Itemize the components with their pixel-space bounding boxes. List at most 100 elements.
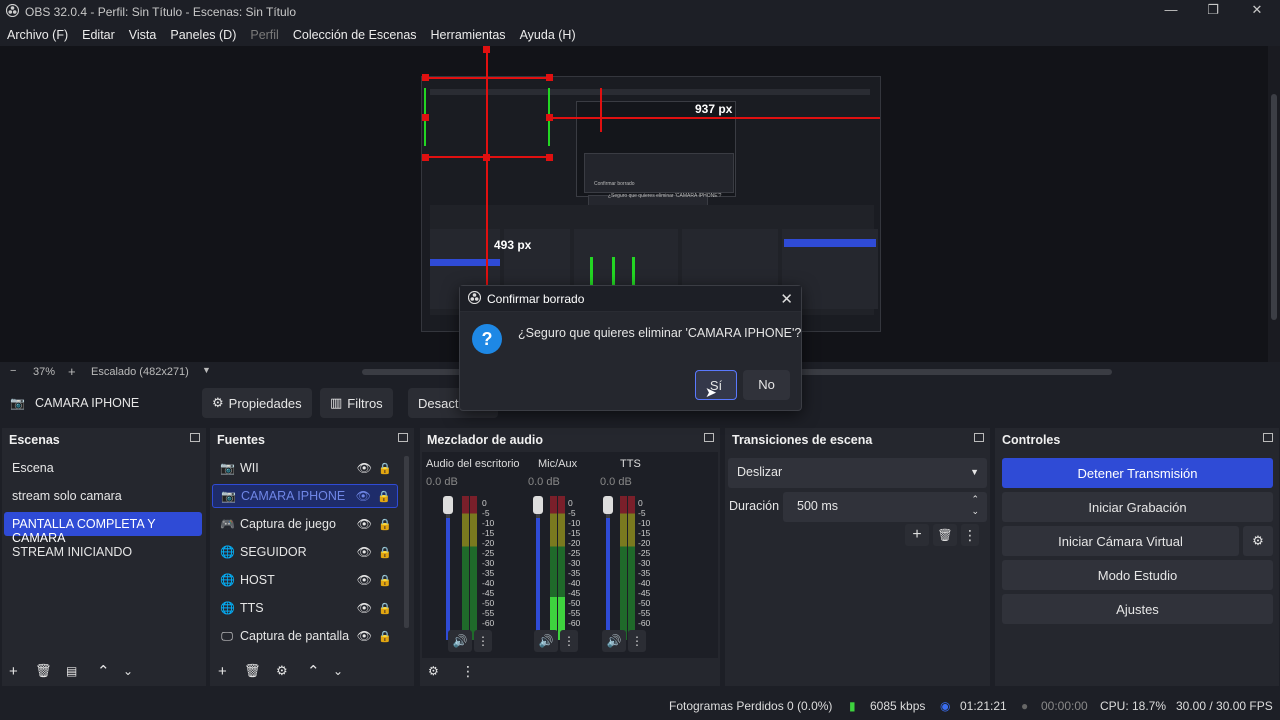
resize-handle-bottom-right[interactable] bbox=[546, 154, 553, 161]
resize-handle-bottom[interactable] bbox=[483, 154, 490, 161]
volume-fader[interactable] bbox=[533, 496, 543, 514]
spin-down-icon[interactable]: ⌄ bbox=[971, 506, 979, 517]
start-virtual-camera-button[interactable]: Iniciar Cámara Virtual bbox=[1002, 526, 1239, 556]
move-up-icon[interactable]: ⌃ bbox=[97, 662, 110, 680]
undock-icon[interactable] bbox=[974, 433, 984, 442]
filter-icon[interactable]: ▤ bbox=[66, 664, 77, 678]
add-icon[interactable]: + bbox=[218, 663, 227, 680]
add-icon[interactable]: + bbox=[9, 663, 18, 680]
dialog-close-icon[interactable]: ✕ bbox=[780, 290, 793, 308]
source-item-wii[interactable]: 📷 WII 👁 🔒 bbox=[212, 456, 398, 480]
visibility-icon[interactable]: 👁 bbox=[357, 573, 372, 587]
speaker-icon[interactable]: 🔊 bbox=[602, 630, 626, 652]
scrollbar-thumb[interactable] bbox=[1271, 94, 1277, 320]
mixer-title: Mezclador de audio bbox=[420, 428, 720, 452]
kebab-menu-icon[interactable]: ⋮ bbox=[560, 630, 578, 652]
filters-button[interactable]: ▥ Filtros bbox=[320, 388, 393, 418]
start-recording-button[interactable]: Iniciar Grabación bbox=[1002, 492, 1273, 522]
lock-icon[interactable]: 🔒 bbox=[377, 490, 391, 503]
scene-item-pantalla-completa[interactable]: PANTALLA COMPLETA Y CAMARA bbox=[4, 512, 202, 545]
gear-icon[interactable]: ⚙ bbox=[276, 663, 288, 679]
volume-fader[interactable] bbox=[603, 496, 613, 514]
scene-item-escena[interactable]: Escena bbox=[4, 456, 202, 480]
scene-item-stream-iniciando[interactable]: STREAM INICIANDO bbox=[4, 540, 202, 564]
resize-handle-top-right[interactable] bbox=[546, 74, 553, 81]
settings-button[interactable]: Ajustes bbox=[1002, 594, 1273, 624]
kebab-menu-icon[interactable]: ⋮ bbox=[474, 630, 492, 652]
close-button[interactable]: ✕ bbox=[1244, 2, 1270, 20]
monitor-icon: 🖵 bbox=[221, 628, 233, 643]
source-item-host[interactable]: 🌐 HOST 👁 🔒 bbox=[212, 568, 398, 592]
preview-vertical-scrollbar[interactable] bbox=[1268, 46, 1280, 362]
studio-mode-button[interactable]: Modo Estudio bbox=[1002, 560, 1273, 590]
lock-icon[interactable]: 🔒 bbox=[378, 546, 392, 559]
kebab-menu-icon[interactable]: ⋮ bbox=[461, 663, 475, 680]
advanced-audio-gear-icon[interactable]: ⚙ bbox=[428, 664, 439, 678]
lock-icon[interactable]: 🔒 bbox=[378, 574, 392, 587]
move-up-icon[interactable]: ⌃ bbox=[307, 662, 320, 680]
zoom-in-button[interactable]: + bbox=[68, 364, 76, 379]
stop-stream-button[interactable]: Detener Transmisión bbox=[1002, 458, 1273, 488]
resize-handle-left[interactable] bbox=[422, 114, 429, 121]
menu-docks[interactable]: Paneles (D) bbox=[170, 28, 236, 42]
camera-icon: 📷 bbox=[10, 396, 25, 410]
undock-icon[interactable] bbox=[1263, 433, 1273, 442]
resize-handle-top[interactable] bbox=[483, 46, 490, 53]
measure-label-bottom: 493 px bbox=[494, 238, 532, 252]
kebab-menu-icon[interactable]: ⋮ bbox=[961, 524, 979, 546]
source-item-captura-pantalla[interactable]: 🖵 Captura de pantalla 👁 🔒 bbox=[212, 624, 398, 648]
sources-scrollbar[interactable] bbox=[404, 456, 409, 628]
minimize-button[interactable]: — bbox=[1158, 2, 1184, 20]
resize-handle-top-left[interactable] bbox=[422, 74, 429, 81]
add-transition-icon[interactable]: + bbox=[905, 524, 929, 546]
trash-icon[interactable]: 🗑 bbox=[35, 663, 52, 679]
duration-spinbox[interactable]: 500 ms ⌃ ⌄ bbox=[783, 492, 987, 522]
source-item-camara-iphone[interactable]: 📷 CAMARA IPHONE 👁 🔒 bbox=[212, 484, 398, 508]
source-item-tts[interactable]: 🌐 TTS 👁 🔒 bbox=[212, 596, 398, 620]
zoom-out-button[interactable]: − bbox=[10, 365, 16, 377]
lock-icon[interactable]: 🔒 bbox=[378, 462, 392, 475]
resize-handle-right[interactable] bbox=[546, 114, 553, 121]
no-button[interactable]: No bbox=[743, 370, 790, 400]
scaling-dropdown-icon[interactable]: ▼ bbox=[202, 365, 211, 375]
visibility-icon[interactable]: 👁 bbox=[357, 517, 372, 531]
dialog-title: Confirmar borrado bbox=[487, 291, 585, 306]
kebab-menu-icon[interactable]: ⋮ bbox=[628, 630, 646, 652]
visibility-icon[interactable]: 👁 bbox=[356, 489, 371, 503]
volume-fader[interactable] bbox=[443, 496, 453, 514]
lock-icon[interactable]: 🔒 bbox=[378, 630, 392, 643]
virtual-camera-settings-button[interactable]: ⚙ bbox=[1243, 526, 1273, 556]
menu-view[interactable]: Vista bbox=[129, 28, 157, 42]
spin-up-icon[interactable]: ⌃ bbox=[971, 494, 979, 505]
menu-scene-collection[interactable]: Colección de Escenas bbox=[293, 28, 417, 42]
lock-icon[interactable]: 🔒 bbox=[378, 602, 392, 615]
move-down-icon[interactable]: ⌄ bbox=[123, 664, 133, 678]
menu-edit[interactable]: Editar bbox=[82, 28, 115, 42]
undock-icon[interactable] bbox=[398, 433, 408, 442]
gear-icon: ⚙ bbox=[1252, 533, 1264, 548]
lock-icon[interactable]: 🔒 bbox=[378, 518, 392, 531]
menu-tools[interactable]: Herramientas bbox=[431, 28, 506, 42]
source-item-captura-juego[interactable]: 🎮 Captura de juego 👁 🔒 bbox=[212, 512, 398, 536]
resize-handle-bottom-left[interactable] bbox=[422, 154, 429, 161]
undock-icon[interactable] bbox=[190, 433, 200, 442]
menu-help[interactable]: Ayuda (H) bbox=[520, 28, 576, 42]
trash-icon[interactable]: 🗑 bbox=[933, 524, 957, 546]
speaker-icon[interactable]: 🔊 bbox=[448, 630, 472, 652]
visibility-icon[interactable]: 👁 bbox=[357, 545, 372, 559]
speaker-icon[interactable]: 🔊 bbox=[534, 630, 558, 652]
source-item-seguidor[interactable]: 🌐 SEGUIDOR 👁 🔒 bbox=[212, 540, 398, 564]
properties-button[interactable]: ⚙ Propiedades bbox=[202, 388, 312, 418]
scene-item-stream-solo-camara[interactable]: stream solo camara bbox=[4, 484, 202, 508]
visibility-icon[interactable]: 👁 bbox=[357, 629, 372, 643]
visibility-icon[interactable]: 👁 bbox=[357, 601, 372, 615]
undock-icon[interactable] bbox=[704, 433, 714, 442]
dropped-frames: Fotogramas Perdidos 0 (0.0%) bbox=[669, 699, 833, 713]
move-down-icon[interactable]: ⌄ bbox=[333, 664, 343, 678]
visibility-icon[interactable]: 👁 bbox=[357, 461, 372, 475]
trash-icon[interactable]: 🗑 bbox=[244, 663, 261, 679]
maximize-button[interactable]: ❐ bbox=[1200, 2, 1226, 20]
transition-select[interactable]: Deslizar ▼ bbox=[728, 458, 987, 488]
menu-profile[interactable]: Perfil bbox=[250, 28, 278, 42]
menu-file[interactable]: Archivo (F) bbox=[7, 28, 68, 42]
